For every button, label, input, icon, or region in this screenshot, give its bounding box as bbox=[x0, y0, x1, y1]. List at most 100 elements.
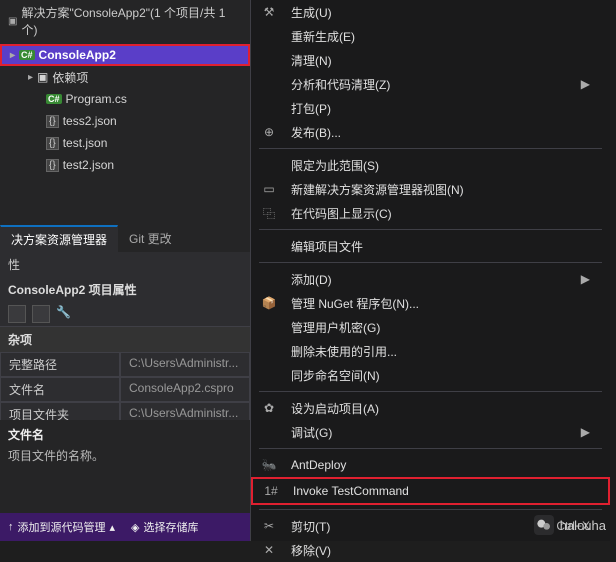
menu-nuget[interactable]: 📦 管理 NuGet 程序包(N)... bbox=[251, 291, 610, 315]
menu-label: 同步命名空间(N) bbox=[291, 367, 380, 384]
project-tree: ▸ C# ConsoleApp2 ▸ ▣ 依赖项 C# Program.cs {… bbox=[0, 42, 250, 176]
menu-label: 重新生成(E) bbox=[291, 28, 355, 45]
tab-solution-explorer[interactable]: 决方案资源管理器 bbox=[0, 225, 118, 253]
menu-label: 打包(P) bbox=[291, 100, 331, 117]
menu-remove-refs[interactable]: 删除未使用的引用... bbox=[251, 339, 610, 363]
collapse-icon[interactable]: ▣ bbox=[8, 16, 17, 27]
repo-icon: ◈ bbox=[131, 521, 139, 534]
expand-icon[interactable]: ▸ bbox=[28, 72, 33, 83]
dependencies-node[interactable]: ▸ ▣ 依赖项 bbox=[0, 66, 250, 88]
categorize-icon[interactable] bbox=[8, 305, 26, 323]
menu-label: Invoke TestCommand bbox=[293, 484, 409, 498]
menu-new-view[interactable]: ▭ 新建解决方案资源管理器视图(N) bbox=[251, 177, 610, 201]
watermark: halouha bbox=[534, 515, 606, 535]
menu-remove[interactable]: ✕ 移除(V) bbox=[251, 538, 610, 562]
select-repo[interactable]: ◈ 选择存储库 bbox=[131, 519, 198, 535]
csharp-file-icon: C# bbox=[46, 94, 62, 104]
menu-rebuild[interactable]: 重新生成(E) bbox=[251, 24, 610, 48]
menu-separator bbox=[259, 229, 602, 230]
menu-label: 添加(D) bbox=[291, 271, 332, 288]
properties-title: 性 bbox=[0, 252, 250, 277]
file-node[interactable]: C# Program.cs bbox=[0, 88, 250, 110]
property-description: 文件名 项目文件的名称。 bbox=[0, 420, 250, 470]
nuget-icon: 📦 bbox=[261, 295, 277, 311]
select-repo-label: 选择存储库 bbox=[144, 519, 199, 535]
file-node[interactable]: {} tess2.json bbox=[0, 110, 250, 132]
menu-label: 管理 NuGet 程序包(N)... bbox=[291, 295, 419, 312]
menu-add[interactable]: 添加(D) ▶ bbox=[251, 267, 610, 291]
menu-separator bbox=[259, 262, 602, 263]
menu-clean[interactable]: 清理(N) bbox=[251, 48, 610, 72]
newview-icon: ▭ bbox=[261, 181, 277, 197]
sort-icon[interactable] bbox=[32, 305, 50, 323]
menu-separator bbox=[259, 509, 602, 510]
testcommand-icon: 1# bbox=[263, 483, 279, 499]
menu-label: AntDeploy bbox=[291, 458, 346, 472]
menu-label: 在代码图上显示(C) bbox=[291, 205, 392, 222]
menu-debug[interactable]: 调试(G) ▶ bbox=[251, 420, 610, 444]
menu-separator bbox=[259, 148, 602, 149]
menu-label: 删除未使用的引用... bbox=[291, 343, 397, 360]
remove-icon: ✕ bbox=[261, 542, 277, 558]
property-value: ConsoleApp2.cspro bbox=[120, 377, 250, 402]
submenu-arrow-icon: ▶ bbox=[581, 425, 590, 439]
tab-git-changes[interactable]: Git 更改 bbox=[118, 225, 183, 253]
json-file-icon: {} bbox=[46, 115, 59, 128]
chevron-up-icon: ▴ bbox=[110, 521, 116, 534]
menu-pack[interactable]: 打包(P) bbox=[251, 96, 610, 120]
wechat-icon bbox=[534, 515, 554, 535]
antdeploy-icon: 🐜 bbox=[261, 457, 277, 473]
submenu-arrow-icon: ▶ bbox=[581, 272, 590, 286]
menu-analyze[interactable]: 分析和代码清理(Z) ▶ bbox=[251, 72, 610, 96]
expand-icon[interactable]: ▸ bbox=[10, 50, 15, 61]
property-category[interactable]: 杂项 bbox=[0, 327, 250, 352]
menu-sync-namespace[interactable]: 同步命名空间(N) bbox=[251, 363, 610, 387]
wrench-icon[interactable]: 🔧 bbox=[56, 305, 74, 323]
project-context-menu: ⚒ 生成(U) 重新生成(E) 清理(N) 分析和代码清理(Z) ▶ 打包(P)… bbox=[250, 0, 610, 541]
menu-set-startup[interactable]: ✿ 设为启动项目(A) bbox=[251, 396, 610, 420]
menu-label: 限定为此范围(S) bbox=[291, 157, 379, 174]
property-row[interactable]: 完整路径 C:\Users\Administr... bbox=[0, 352, 250, 377]
arrow-up-icon: ↑ bbox=[8, 521, 14, 533]
json-file-icon: {} bbox=[46, 159, 59, 172]
file-label: test2.json bbox=[63, 158, 114, 172]
properties-subtitle: ConsoleApp2 项目属性 bbox=[0, 277, 250, 302]
menu-publish[interactable]: ⊕ 发布(B)... bbox=[251, 120, 610, 144]
properties-toolbar: 🔧 bbox=[0, 302, 250, 327]
menu-label: 编辑项目文件 bbox=[291, 238, 363, 255]
status-bar: ↑ 添加到源代码管理 ▴ ◈ 选择存储库 bbox=[0, 513, 250, 541]
project-label: ConsoleApp2 bbox=[39, 48, 116, 62]
startup-icon: ✿ bbox=[261, 400, 277, 416]
menu-label: 清理(N) bbox=[291, 52, 332, 69]
menu-label: 管理用户机密(G) bbox=[291, 319, 380, 336]
menu-user-secrets[interactable]: 管理用户机密(G) bbox=[251, 315, 610, 339]
menu-label: 分析和代码清理(Z) bbox=[291, 76, 390, 93]
build-icon: ⚒ bbox=[261, 4, 277, 20]
property-name: 文件名 bbox=[0, 377, 120, 402]
menu-label: 设为启动项目(A) bbox=[291, 400, 379, 417]
menu-edit-project-file[interactable]: 编辑项目文件 bbox=[251, 234, 610, 258]
property-row[interactable]: 文件名 ConsoleApp2.cspro bbox=[0, 377, 250, 402]
menu-separator bbox=[259, 391, 602, 392]
menu-invoke-testcommand[interactable]: 1# Invoke TestCommand bbox=[251, 477, 610, 505]
project-node[interactable]: ▸ C# ConsoleApp2 bbox=[0, 44, 250, 66]
codemap-icon: ⿻ bbox=[261, 205, 277, 221]
cut-icon: ✂ bbox=[261, 518, 277, 534]
menu-build[interactable]: ⚒ 生成(U) bbox=[251, 0, 610, 24]
menu-antdeploy[interactable]: 🐜 AntDeploy bbox=[251, 453, 610, 477]
file-node[interactable]: {} test2.json bbox=[0, 154, 250, 176]
add-to-source-control[interactable]: ↑ 添加到源代码管理 ▴ bbox=[8, 519, 115, 535]
menu-label: 剪切(T) bbox=[291, 518, 330, 535]
file-node[interactable]: {} test.json bbox=[0, 132, 250, 154]
menu-label: 生成(U) bbox=[291, 4, 332, 21]
menu-scope[interactable]: 限定为此范围(S) bbox=[251, 153, 610, 177]
file-label: tess2.json bbox=[63, 114, 117, 128]
solution-title: 解决方案"ConsoleApp2"(1 个项目/共 1 个) bbox=[21, 4, 242, 38]
description-body: 项目文件的名称。 bbox=[8, 447, 242, 464]
submenu-arrow-icon: ▶ bbox=[581, 77, 590, 91]
menu-codemap[interactable]: ⿻ 在代码图上显示(C) bbox=[251, 201, 610, 225]
deps-icon: ▣ bbox=[37, 70, 48, 84]
json-file-icon: {} bbox=[46, 137, 59, 150]
file-label: Program.cs bbox=[66, 92, 127, 106]
tool-tabs: 决方案资源管理器 Git 更改 bbox=[0, 225, 250, 254]
